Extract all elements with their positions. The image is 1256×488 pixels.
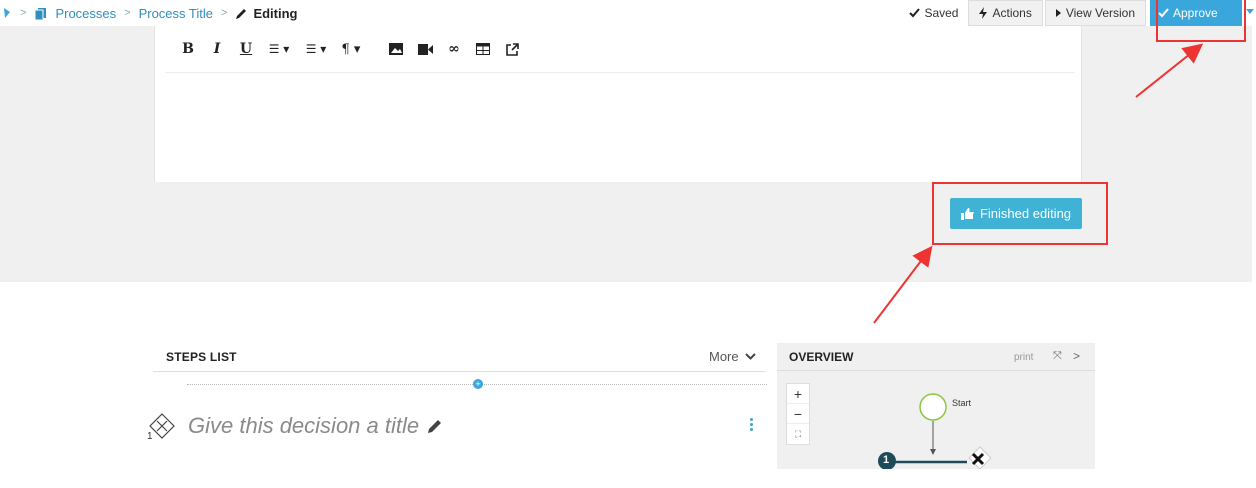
image-icon[interactable] [385, 40, 407, 58]
copy-icon [34, 7, 47, 20]
saved-status: Saved [909, 6, 958, 20]
actions-button[interactable]: Actions [968, 0, 1043, 26]
top-bar: > Processes > Process Title > Editing Sa… [0, 0, 1256, 26]
pencil-icon[interactable] [427, 418, 443, 434]
paragraph-icon[interactable]: ¶ ▾ [338, 40, 364, 58]
bolt-icon [979, 7, 988, 19]
start-node [919, 393, 947, 421]
ordered-list-icon[interactable]: ☰ ▾ [264, 40, 294, 58]
view-version-label: View Version [1065, 6, 1135, 20]
more-label: More [709, 349, 739, 364]
step-number: 1 [147, 431, 153, 442]
toolbar-divider [165, 72, 1075, 73]
more-dropdown[interactable]: More [709, 349, 756, 364]
chevron-right-icon: > [20, 7, 27, 19]
bold-tool[interactable]: B [177, 40, 199, 58]
saved-label: Saved [924, 6, 959, 20]
breadcrumb-current: Editing [235, 6, 297, 21]
process-diagram [878, 393, 992, 469]
view-version-button[interactable]: View Version [1044, 0, 1146, 26]
home-icon[interactable] [2, 7, 12, 19]
steps-list-title: STEPS LIST [166, 350, 237, 364]
unordered-list-icon[interactable]: ☰ ▾ [301, 40, 331, 58]
decision-title-label: Give this decision a title [188, 413, 420, 438]
overview-panel: OVERVIEW print ⤧ > + − ⛶ Start 1 [777, 343, 1095, 469]
underline-tool[interactable]: U [235, 40, 257, 58]
external-link-icon[interactable] [501, 40, 523, 58]
breadcrumb-current-label: Editing [253, 5, 298, 21]
actions-label: Actions [992, 6, 1032, 20]
video-icon[interactable] [414, 40, 436, 58]
pencil-icon [236, 8, 247, 19]
chevron-right-icon: > [221, 7, 228, 19]
rich-text-editor[interactable]: B I U ☰ ▾ ☰ ▾ ¶ ▾ ∞ [154, 26, 1082, 182]
breadcrumb-processes[interactable]: Processes [55, 6, 116, 21]
link-icon[interactable]: ∞ [443, 40, 465, 58]
table-icon[interactable] [472, 40, 494, 58]
add-step-icon[interactable]: + [473, 379, 483, 389]
step-options-icon[interactable] [750, 418, 754, 431]
chevron-right-icon: > [124, 7, 131, 19]
caret-right-icon [1055, 9, 1061, 17]
annotation-box-finished [932, 182, 1108, 245]
approve-dropdown-icon[interactable] [1246, 9, 1254, 14]
chevron-down-icon [744, 353, 756, 360]
steps-divider [153, 371, 765, 372]
decision-title[interactable]: Give this decision a title [188, 413, 443, 439]
editor-toolbar: B I U ☰ ▾ ☰ ▾ ¶ ▾ ∞ [177, 40, 530, 58]
step-node-number: 1 [883, 454, 890, 466]
start-label: Start [952, 398, 972, 408]
check-icon [909, 8, 921, 18]
breadcrumb: > Processes > Process Title > Editing [0, 6, 297, 21]
breadcrumb-process-title[interactable]: Process Title [139, 6, 213, 21]
annotation-box-approve [1156, 0, 1246, 42]
italic-tool[interactable]: I [206, 40, 228, 58]
